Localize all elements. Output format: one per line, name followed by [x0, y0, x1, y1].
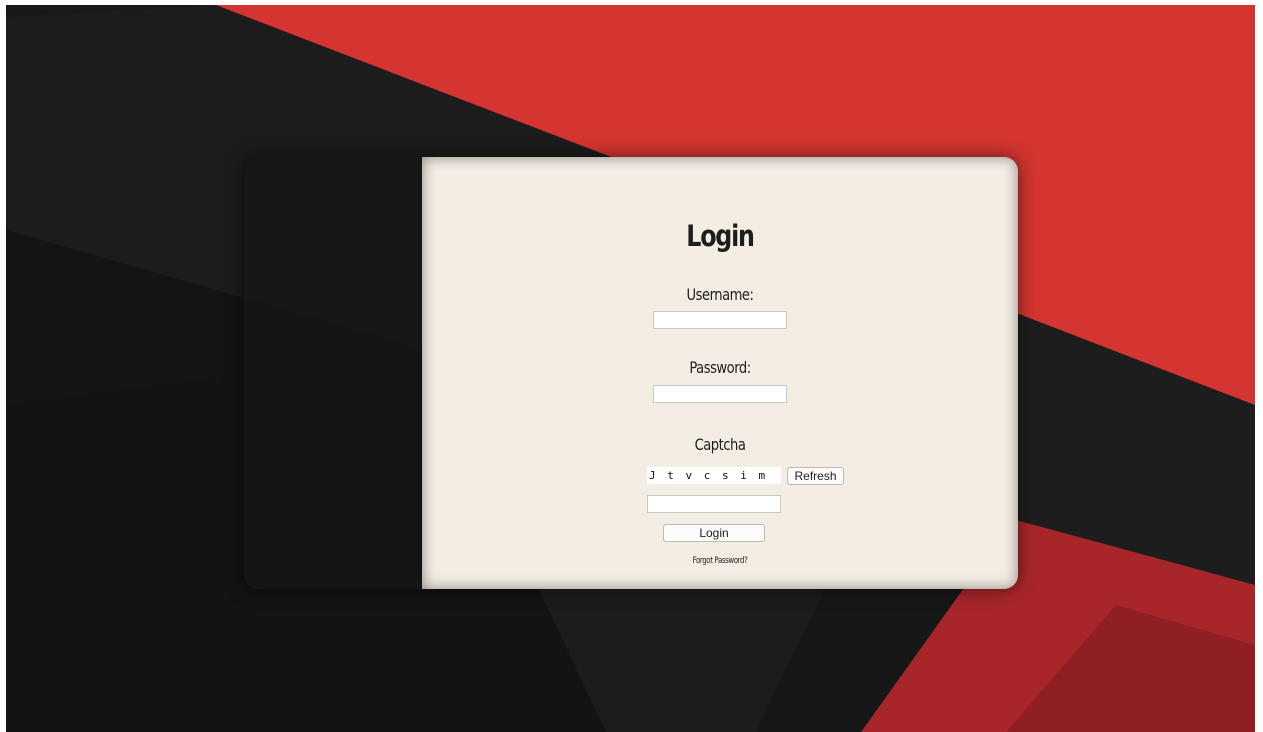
username-label: Username:: [686, 285, 754, 304]
login-title: Login: [686, 219, 755, 253]
login-button[interactable]: Login: [663, 524, 765, 542]
refresh-captcha-button[interactable]: Refresh: [787, 467, 844, 485]
password-input[interactable]: [653, 385, 787, 403]
password-label: Password:: [689, 358, 751, 377]
login-card: Login Username: Password: Captcha J t v …: [244, 157, 1018, 589]
captcha-code: J t v c s i m: [647, 467, 781, 484]
forgot-password-link-row: Forgot Password?: [488, 556, 953, 566]
login-form-panel: Login Username: Password: Captcha J t v …: [422, 157, 1018, 589]
captcha-input[interactable]: [647, 495, 781, 513]
username-input[interactable]: [653, 311, 787, 329]
page-background: Login Username: Password: Captcha J t v …: [6, 5, 1255, 732]
captcha-label: Captcha: [694, 435, 746, 454]
card-side-panel: [244, 157, 422, 589]
forgot-password-link[interactable]: Forgot Password?: [693, 556, 748, 566]
